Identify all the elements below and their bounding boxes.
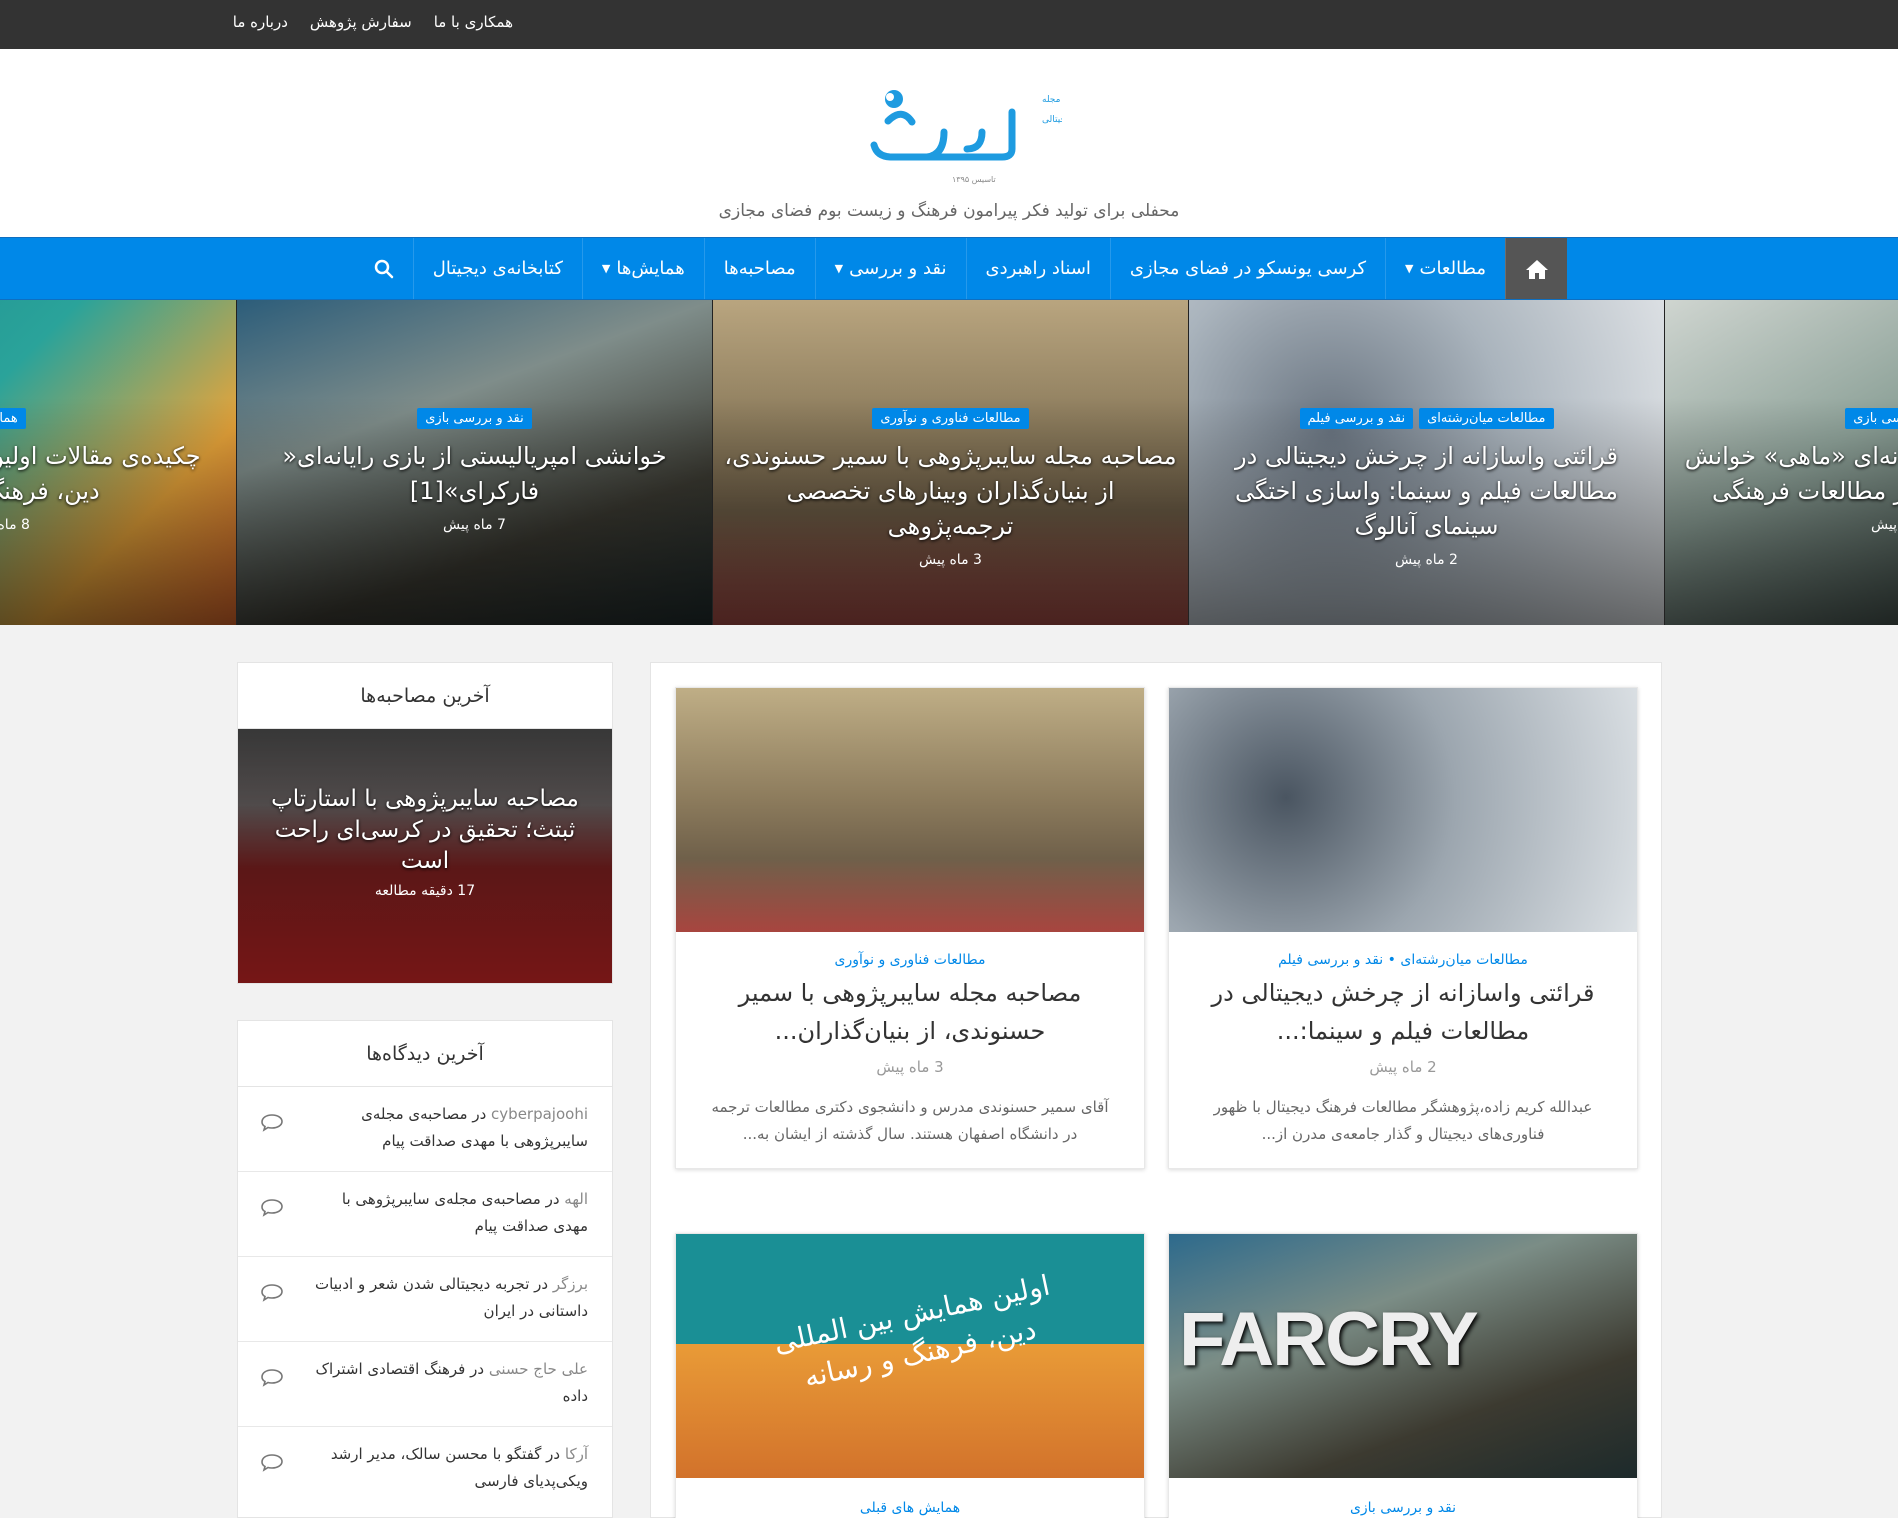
post-card: مطالعات میان‌رشته‌ای • نقد و بررسی فیلم … — [1168, 687, 1638, 1169]
slide-title[interactable]: قرائتی واسازانه از چرخش دیجیتالی در مطال… — [1199, 439, 1654, 544]
comment-author[interactable]: برزگر — [553, 1275, 588, 1293]
comment-item: برزگر در تجربه دیجیتالی شدن شعر و ادبیات… — [238, 1257, 612, 1342]
post-date: 3 ماه پیش — [876, 1058, 944, 1076]
logo-small-mid: دیجیتالی — [1042, 115, 1062, 125]
slide-title[interactable]: نقد و بررسی بازی رایانه‌ای «ماهی» خوانش … — [1675, 439, 1898, 509]
comment-item: الهه در مصاحبه‌ی مجله‌ی سایبرپژوهی با مه… — [238, 1172, 612, 1257]
slide-date: 7 ماه پیش — [443, 517, 506, 533]
post-card: اولین همایش بین المللی دین، فرهنگ و رسان… — [675, 1233, 1145, 1518]
comment-icon — [261, 1199, 283, 1217]
comment-item: علی حاج حسنی در فرهنگ اقتصادی اشتراک داد… — [238, 1342, 612, 1427]
widget-latest-comments: آخرین دیدگاه‌ها cyberpajoohi در مصاحبه‌ی… — [237, 1020, 613, 1518]
post-categories[interactable]: نقد و بررسی بازی — [1199, 1500, 1607, 1516]
slide-tag[interactable]: نقد و بررسی بازی — [1845, 408, 1898, 429]
post-image-text: اولین همایش بین المللی دین، فرهنگ و رسان… — [770, 1268, 1053, 1394]
post-excerpt: عبدالله کریم زاده،پژوهشگر مطالعات فرهنگ … — [1213, 1098, 1593, 1143]
comment-icon — [261, 1454, 283, 1472]
post-categories[interactable]: مطالعات فناوری و نوآوری — [706, 952, 1114, 968]
slide-title[interactable]: مصاحبه مجله سایبرپژوهی با سمیر حسنوندی، … — [723, 439, 1178, 544]
post-categories[interactable]: مطالعات میان‌رشته‌ای • نقد و بررسی فیلم — [1199, 952, 1607, 968]
slide-tag[interactable]: همایش — [0, 408, 26, 429]
slide-date: 1 ماه پیش — [1871, 517, 1898, 533]
slide[interactable]: نقد و بررسی بازی نقد و بررسی بازی رایانه… — [1664, 300, 1898, 625]
site-tagline: محفلی برای تولید فکر پیرامون فرهنگ و زیس… — [718, 201, 1180, 221]
comment-icon — [261, 1284, 283, 1302]
slide-tag[interactable]: مطالعات فناوری و نوآوری — [872, 408, 1029, 429]
post-image[interactable]: FARCRY — [1169, 1234, 1637, 1478]
slide[interactable]: مطالعات میان‌رشته‌ای نقد و بررسی فیلم قر… — [1188, 300, 1664, 625]
posts-area: مطالعات میان‌رشته‌ای • نقد و بررسی فیلم … — [650, 662, 1662, 1518]
main-nav: مطالعات ▼ کرسی یونسکو در فضای مجازی اسناد… — [0, 237, 1898, 300]
logo-graphic: مجله دیجیتالی تاسیس ۱۳۹۵ — [870, 90, 1073, 184]
slide-title[interactable]: چکیده‌ی مقالات اولین همایش بین المللی دی… — [0, 439, 226, 509]
nav-home[interactable] — [1505, 238, 1567, 299]
comment-item: آرکا در گفتگو با محسن سالک، مدیر ارشد وی… — [238, 1427, 612, 1512]
chevron-down-icon: ▼ — [834, 262, 844, 275]
comment-author[interactable]: علی حاج حسنی — [489, 1360, 588, 1378]
post-title[interactable]: مصاحبه مجله سایبرپژوهی با سمیر حسنوندی، … — [706, 974, 1114, 1050]
slide-date: 2 ماه پیش — [1395, 552, 1458, 568]
comment-author[interactable]: cyberpajoohi — [491, 1105, 588, 1123]
site-header: مجله دیجیتالی تاسیس ۱۳۹۵ محفلی برای تولی… — [0, 49, 1898, 237]
comment-item: cyberpajoohi در مصاحبه‌ی مجله‌ی سایبرپژو… — [238, 1087, 612, 1172]
comment-author[interactable]: الهه — [564, 1190, 588, 1208]
top-links: همکاری با ما سفارش پژوهش درباره ما — [233, 13, 513, 31]
chevron-down-icon: ▼ — [1405, 262, 1414, 275]
logo-small-bottom: تاسیس ۱۳۹۵ — [952, 175, 996, 184]
nav-item-interviews[interactable]: مصاحبه‌ها — [703, 238, 815, 299]
featured-slider: همایش چکیده‌ی مقالات اولین همایش بین الم… — [0, 300, 1898, 625]
comment-icon — [261, 1114, 283, 1132]
nav-search[interactable] — [355, 238, 413, 299]
slide-tag[interactable]: مطالعات میان‌رشته‌ای — [1419, 408, 1554, 429]
slide-date: 8 ماه پیش — [0, 517, 30, 533]
top-link-order-research[interactable]: سفارش پژوهش — [310, 13, 412, 31]
post-date: 2 ماه پیش — [1369, 1058, 1437, 1076]
nav-item-library[interactable]: کتابخانه‌ی دیجیتال — [412, 238, 582, 299]
post-image[interactable]: اولین همایش بین المللی دین، فرهنگ و رسان… — [676, 1234, 1144, 1478]
home-icon — [1525, 259, 1548, 279]
post-categories[interactable]: همایش های قبلی — [706, 1500, 1114, 1516]
top-link-cooperate[interactable]: همکاری با ما — [434, 13, 513, 31]
widget-title: آخرین مصاحبه‌ها — [238, 663, 612, 729]
widget-title: آخرین دیدگاه‌ها — [238, 1021, 612, 1087]
slide-title[interactable]: خوانشی امپریالیستی از بازی رایانه‌ای« فا… — [247, 439, 702, 509]
post-image[interactable] — [676, 688, 1144, 932]
nav-item-documents[interactable]: اسناد راهبردی — [965, 238, 1110, 299]
nav-item-studies[interactable]: مطالعات ▼ — [1385, 238, 1505, 299]
top-bar: همکاری با ما سفارش پژوهش درباره ما — [0, 0, 1898, 49]
slide[interactable]: همایش چکیده‌ی مقالات اولین همایش بین الم… — [0, 300, 236, 625]
nav-item-reviews[interactable]: نقد و بررسی ▼ — [814, 238, 966, 299]
post-card: مطالعات فناوری و نوآوری مصاحبه مجله سایب… — [675, 687, 1145, 1169]
slide[interactable]: مطالعات فناوری و نوآوری مصاحبه مجله سایب… — [712, 300, 1188, 625]
top-link-about[interactable]: درباره ما — [233, 13, 288, 31]
chevron-down-icon: ▼ — [601, 262, 611, 275]
slide-tag[interactable]: نقد و بررسی فیلم — [1299, 408, 1414, 429]
slide-date: 3 ماه پیش — [919, 552, 982, 568]
post-image[interactable] — [1169, 688, 1637, 932]
interview-meta: 17 دقیقه مطالعه — [374, 883, 476, 899]
post-title[interactable]: قرائتی واسازانه از چرخش دیجیتالی در مطال… — [1199, 974, 1607, 1050]
post-image-text: FARCRY — [1179, 1297, 1479, 1382]
comment-author[interactable]: آرکا — [565, 1445, 588, 1463]
interview-item[interactable]: مصاحبه سایبرپژوهی با استارتاپ ثبتث؛ تحقی… — [238, 729, 612, 983]
post-excerpt: آقای سمیر حسنوندی مدرس و دانشجوی دکتری م… — [711, 1098, 1109, 1143]
interview-title[interactable]: مصاحبه سایبرپژوهی با استارتاپ ثبتث؛ تحقی… — [258, 784, 592, 877]
logo-small-top: مجله — [1042, 95, 1061, 105]
nav-item-unesco[interactable]: کرسی یونسکو در فضای مجازی — [1109, 238, 1385, 299]
nav-item-conferences[interactable]: همایش‌ها ▼ — [581, 238, 704, 299]
comment-icon — [261, 1369, 283, 1387]
search-icon — [374, 259, 394, 278]
post-card: FARCRY نقد و بررسی بازی — [1168, 1233, 1638, 1518]
slide[interactable]: نقد و بررسی بازی خوانشی امپریالیستی از ب… — [236, 300, 712, 625]
widget-latest-interviews: آخرین مصاحبه‌ها مصاحبه سایبرپژوهی با است… — [237, 662, 613, 984]
slide-tag[interactable]: نقد و بررسی بازی — [417, 408, 532, 429]
